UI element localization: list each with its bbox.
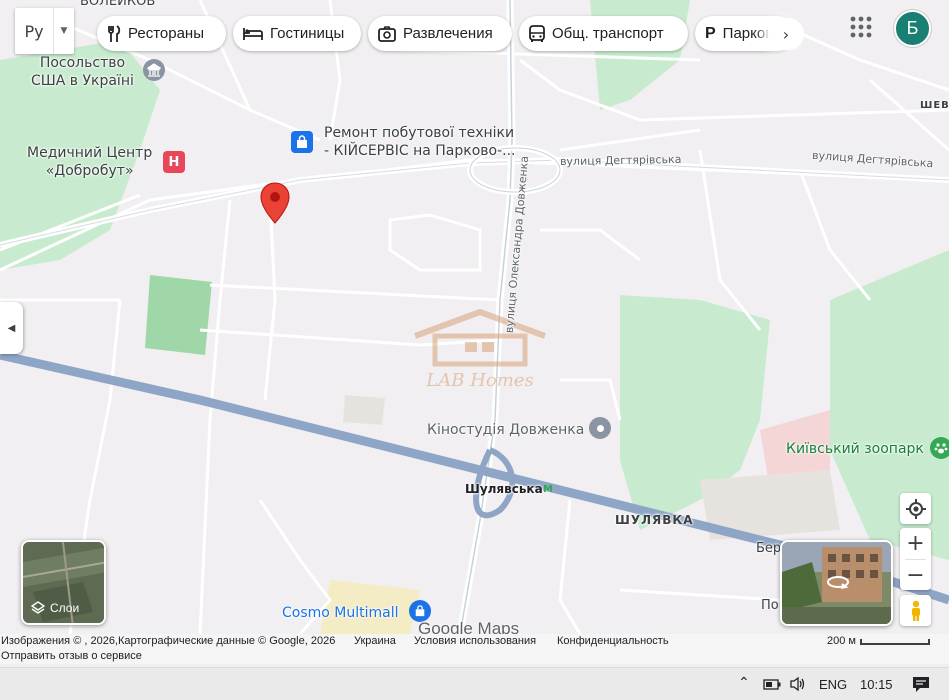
chip-transit[interactable]: Общ. транспорт xyxy=(519,16,688,51)
parking-icon: P xyxy=(705,24,716,42)
street-view-thumbnail[interactable] xyxy=(780,540,893,626)
label-top-cut: ВОЛЕЙКОВ xyxy=(80,0,156,9)
language-label: Ру xyxy=(24,21,44,41)
label-po-cut: По xyxy=(761,598,779,613)
input-language-indicator[interactable]: ENG xyxy=(819,677,847,692)
label-street-degtyarivska-1: вулиця Дегтярівська xyxy=(559,152,682,169)
notifications-icon[interactable] xyxy=(912,676,930,693)
layers-icon xyxy=(31,601,45,614)
clock[interactable]: 10:15 xyxy=(860,677,893,692)
chips-scroll-right-button[interactable]: › xyxy=(768,18,804,50)
rotate-360-icon xyxy=(827,576,849,589)
pegman-button[interactable] xyxy=(900,595,931,626)
layers-label-wrap: Слои xyxy=(31,601,79,615)
zoom-out-button[interactable]: − xyxy=(900,560,931,590)
crosshair-icon xyxy=(905,498,926,519)
privacy-link[interactable]: Конфиденциальность xyxy=(557,635,669,647)
battery-icon[interactable] xyxy=(763,679,781,690)
pegman-icon xyxy=(911,600,920,621)
chip-hotels[interactable]: Гостиницы xyxy=(233,16,361,51)
label-repair-service[interactable]: Ремонт побутової техніки - КІЙСЕРВІС на … xyxy=(324,124,515,160)
plus-icon: + xyxy=(906,531,925,556)
os-taskbar: ⌃ ENG 10:15 xyxy=(0,667,949,700)
collapse-side-panel-button[interactable]: ◀ xyxy=(0,302,23,354)
attribution-text: Изображения © , 2026,Картографические да… xyxy=(1,635,336,647)
hospital-icon[interactable]: H xyxy=(163,151,185,173)
label-district-shuliavka: ШУЛЯВКА xyxy=(615,513,694,527)
label-ber-cut: Бер xyxy=(756,541,782,556)
label-shev: ШЕВ xyxy=(920,100,949,111)
map-footer: Изображения © , 2026,Картографические да… xyxy=(0,634,949,664)
minus-icon: − xyxy=(906,562,925,588)
map-canvas[interactable]: LAB Homes ВОЛЕЙКОВ Посольство США в Укра… xyxy=(0,0,949,634)
embassy-icon[interactable] xyxy=(143,59,165,81)
bed-icon xyxy=(243,27,263,41)
google-maps-logo: Google Maps xyxy=(418,619,520,634)
block-kino xyxy=(343,395,385,425)
chip-entertainment-label: Развлечения xyxy=(403,25,493,42)
zoom-controls: + − xyxy=(900,528,931,590)
chip-entertainment[interactable]: Развлечения xyxy=(368,16,512,51)
label-cosmo-multimall[interactable]: Cosmo Multimall xyxy=(282,604,399,622)
chip-hotels-label: Гостиницы xyxy=(270,25,345,42)
label-zoo[interactable]: Київський зоопарк xyxy=(786,440,924,458)
place-icon[interactable] xyxy=(589,417,611,439)
label-medical-center[interactable]: Медичний Центр «Добробут» xyxy=(27,144,152,180)
chevron-down-icon[interactable]: ▼ xyxy=(53,8,74,54)
label-metro-shuliavska[interactable]: Шулявська xyxy=(465,482,543,496)
account-avatar[interactable]: Б xyxy=(894,10,931,47)
watermark-text: LAB Homes xyxy=(426,370,534,391)
metro-icon[interactable]: M xyxy=(543,484,553,495)
apps-grid-icon[interactable] xyxy=(847,13,875,41)
shopping-bag-icon[interactable] xyxy=(291,131,313,153)
layers-button[interactable]: Слои xyxy=(21,540,106,625)
camera-icon xyxy=(378,25,396,42)
label-kinostudia[interactable]: Кіностудія Довженка xyxy=(427,421,584,439)
map-pin-icon[interactable] xyxy=(260,182,290,224)
chevron-right-icon: › xyxy=(782,24,790,44)
chevron-up-icon[interactable]: ⌃ xyxy=(738,674,750,691)
zoo-paw-icon[interactable] xyxy=(930,437,949,459)
scale-label[interactable]: 200 м xyxy=(827,635,856,647)
label-embassy[interactable]: Посольство США в Україні xyxy=(31,54,134,90)
scale-bar[interactable] xyxy=(860,639,930,645)
chip-restaurants[interactable]: Рестораны xyxy=(97,16,226,51)
stadium xyxy=(145,275,212,355)
speaker-icon[interactable] xyxy=(789,676,807,692)
zoo-park xyxy=(830,250,949,560)
chip-transit-label: Общ. транспорт xyxy=(552,25,664,42)
chevron-left-icon: ◀ xyxy=(7,322,16,334)
country-link[interactable]: Украина xyxy=(354,635,396,647)
layers-label: Слои xyxy=(50,601,80,615)
fork-knife-icon xyxy=(107,24,121,43)
watermark: LAB Homes xyxy=(410,308,550,393)
language-selector[interactable]: Ру ▼ xyxy=(15,8,74,54)
feedback-link[interactable]: Отправить отзыв о сервисе xyxy=(1,650,142,662)
bus-icon xyxy=(529,24,545,43)
zoom-in-button[interactable]: + xyxy=(900,528,931,559)
chip-restaurants-label: Рестораны xyxy=(128,25,204,42)
watermark-house-icon xyxy=(413,308,547,367)
my-location-button[interactable] xyxy=(900,493,931,524)
terms-link[interactable]: Условия использования xyxy=(414,635,536,647)
